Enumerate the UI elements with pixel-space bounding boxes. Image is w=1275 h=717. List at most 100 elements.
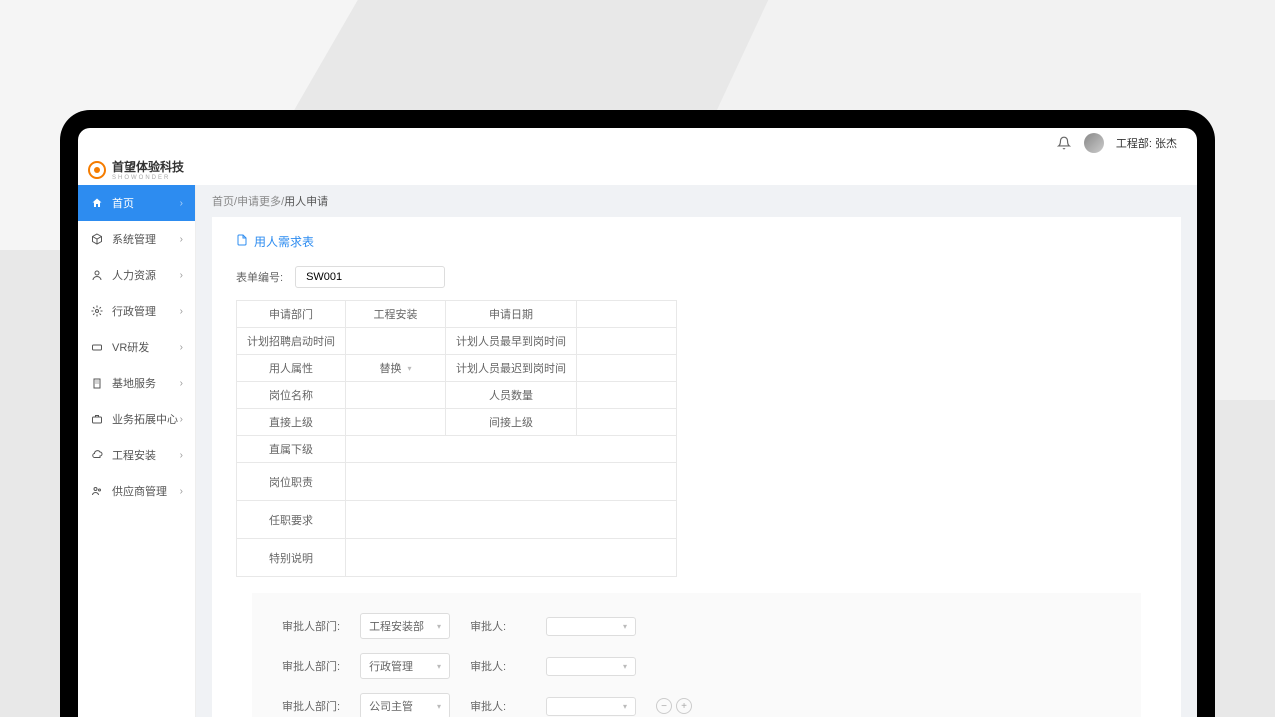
approval-dept-select[interactable]: 工程安装部▾ xyxy=(360,613,450,639)
topbar: 工程部: 张杰 xyxy=(78,128,1197,158)
chevron-right-icon: › xyxy=(180,270,183,281)
chevron-right-icon: › xyxy=(180,306,183,317)
approval-person-select[interactable]: ▾ xyxy=(546,617,636,636)
sidebar-item-base[interactable]: 基地服务 › xyxy=(78,365,195,401)
cell-apply-date-label: 申请日期 xyxy=(446,301,577,328)
cell-latest-label: 计划人员最迟到岗时间 xyxy=(446,355,577,382)
sidebar-item-biz[interactable]: 业务拓展中心 › xyxy=(78,401,195,437)
approval-dept-select[interactable]: 行政管理▾ xyxy=(360,653,450,679)
cell-attr-label: 用人属性 xyxy=(237,355,346,382)
chevron-right-icon: › xyxy=(180,450,183,461)
form-no-input[interactable] xyxy=(295,266,445,288)
caret-down-icon: ▾ xyxy=(623,702,627,711)
sidebar-item-admin[interactable]: 行政管理 › xyxy=(78,293,195,329)
user-icon xyxy=(90,268,104,282)
cell-recruit-start-value[interactable] xyxy=(346,328,446,355)
cube-icon xyxy=(90,232,104,246)
cell-position-value[interactable] xyxy=(346,382,446,409)
form-panel: 用人需求表 表单编号: 申请部门 工程安装 申请日期 xyxy=(212,217,1181,717)
approval-person-select[interactable]: ▾ xyxy=(546,697,636,716)
form-no-label: 表单编号: xyxy=(236,269,283,285)
app-screen: 工程部: 张杰 首望体验科技 SHOWONDER 首页 › 系统管理 › xyxy=(78,128,1197,717)
add-row-icon[interactable]: + xyxy=(676,698,692,714)
cell-direct-sup-label: 直接上级 xyxy=(237,409,346,436)
breadcrumb-home[interactable]: 首页 xyxy=(212,196,234,208)
cell-recruit-start-label: 计划招聘启动时间 xyxy=(237,328,346,355)
chevron-right-icon: › xyxy=(180,198,183,209)
cell-duty-value[interactable] xyxy=(346,463,677,501)
cell-indirect-sup-label: 间接上级 xyxy=(446,409,577,436)
cell-subordinate-label: 直属下级 xyxy=(237,436,346,463)
cell-requirement-label: 任职要求 xyxy=(237,501,346,539)
cell-apply-dept-value: 工程安装 xyxy=(346,301,446,328)
sidebar-item-label: 首页 xyxy=(112,195,134,211)
cell-subordinate-value[interactable] xyxy=(346,436,677,463)
briefcase-icon xyxy=(90,412,104,426)
approval-person-label: 审批人: xyxy=(470,698,526,714)
cell-note-value[interactable] xyxy=(346,539,677,577)
avatar[interactable] xyxy=(1084,133,1104,153)
cell-position-label: 岗位名称 xyxy=(237,382,346,409)
approval-person-select[interactable]: ▾ xyxy=(546,657,636,676)
caret-down-icon: ▾ xyxy=(623,622,627,631)
approval-dept-label: 审批人部门: xyxy=(282,698,340,714)
remove-row-icon[interactable]: − xyxy=(656,698,672,714)
home-icon xyxy=(90,196,104,210)
cloud-icon xyxy=(90,448,104,462)
cell-note-label: 特别说明 xyxy=(237,539,346,577)
cell-latest-value[interactable] xyxy=(577,355,677,382)
cell-apply-dept-label: 申请部门 xyxy=(237,301,346,328)
approval-dept-select[interactable]: 公司主管▾ xyxy=(360,693,450,717)
caret-down-icon: ▾ xyxy=(407,364,411,373)
sidebar-item-home[interactable]: 首页 › xyxy=(78,185,195,221)
breadcrumb: 首页/申请更多/用人申请 xyxy=(196,185,1197,217)
sidebar-item-supplier[interactable]: 供应商管理 › xyxy=(78,473,195,509)
approval-person-label: 审批人: xyxy=(470,658,526,674)
user-label: 工程部: 张杰 xyxy=(1116,135,1177,151)
document-icon xyxy=(236,234,248,249)
sidebar-item-label: 人力资源 xyxy=(112,267,156,283)
notification-icon[interactable] xyxy=(1056,135,1072,151)
cell-duty-label: 岗位职责 xyxy=(237,463,346,501)
caret-down-icon: ▾ xyxy=(623,662,627,671)
approval-person-label: 审批人: xyxy=(470,618,526,634)
cell-count-value[interactable] xyxy=(577,382,677,409)
cell-earliest-value[interactable] xyxy=(577,328,677,355)
cell-earliest-label: 计划人员最早到岗时间 xyxy=(446,328,577,355)
chevron-right-icon: › xyxy=(180,486,183,497)
cell-indirect-sup-value[interactable] xyxy=(577,409,677,436)
cell-apply-date-value[interactable] xyxy=(577,301,677,328)
requirements-table: 申请部门 工程安装 申请日期 计划招聘启动时间 计划人员最早到岗时间 xyxy=(236,300,677,577)
brand-name: 首望体验科技 xyxy=(112,158,184,175)
sidebar-item-label: 系统管理 xyxy=(112,231,156,247)
building-icon xyxy=(90,376,104,390)
breadcrumb-more[interactable]: 申请更多 xyxy=(237,196,281,208)
chevron-right-icon: › xyxy=(180,378,183,389)
approval-row: 审批人部门: 工程安装部▾ 审批人: ▾ xyxy=(282,613,1111,639)
approval-dept-label: 审批人部门: xyxy=(282,658,340,674)
sidebar-item-hr[interactable]: 人力资源 › xyxy=(78,257,195,293)
chevron-right-icon: › xyxy=(180,342,183,353)
sidebar-item-label: 基地服务 xyxy=(112,375,156,391)
caret-down-icon: ▾ xyxy=(437,702,441,711)
sidebar-item-system[interactable]: 系统管理 › xyxy=(78,221,195,257)
gear-icon xyxy=(90,304,104,318)
caret-down-icon: ▾ xyxy=(437,622,441,631)
approval-dept-label: 审批人部门: xyxy=(282,618,340,634)
caret-down-icon: ▾ xyxy=(437,662,441,671)
approval-panel: 审批人部门: 工程安装部▾ 审批人: ▾ 审批人部门: 行政管理▾ 审批人: ▾ xyxy=(252,593,1141,717)
approval-row: 审批人部门: 公司主管▾ 审批人: ▾ − + xyxy=(282,693,1111,717)
cell-direct-sup-value[interactable] xyxy=(346,409,446,436)
main-content: 首页/申请更多/用人申请 用人需求表 表单编号: 申请部门 工程安 xyxy=(196,185,1197,717)
cell-attr-select[interactable]: 替换▾ xyxy=(346,355,446,382)
chevron-right-icon: › xyxy=(180,414,183,425)
sidebar-item-label: VR研发 xyxy=(112,339,149,355)
chevron-right-icon: › xyxy=(180,234,183,245)
sidebar-item-vr[interactable]: VR研发 › xyxy=(78,329,195,365)
sidebar-item-engineering[interactable]: 工程安装 › xyxy=(78,437,195,473)
device-frame: 工程部: 张杰 首望体验科技 SHOWONDER 首页 › 系统管理 › xyxy=(60,110,1215,717)
cell-requirement-value[interactable] xyxy=(346,501,677,539)
approval-row: 审批人部门: 行政管理▾ 审批人: ▾ xyxy=(282,653,1111,679)
cell-count-label: 人员数量 xyxy=(446,382,577,409)
users-icon xyxy=(90,484,104,498)
